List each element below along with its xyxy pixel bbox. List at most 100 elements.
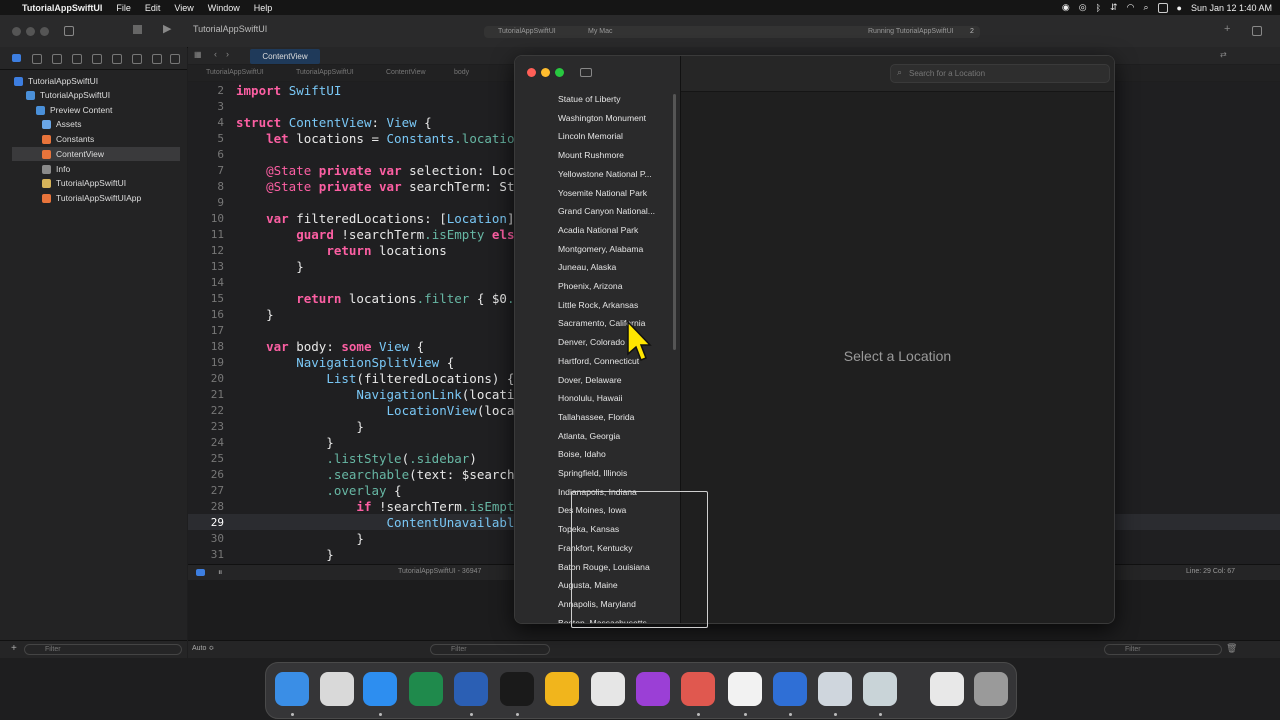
line-number[interactable]: 4 [188,116,224,129]
line-number[interactable]: 27 [188,484,224,497]
line-number[interactable]: 9 [188,196,224,209]
line-number[interactable]: 25 [188,452,224,465]
find-icon[interactable] [72,54,82,64]
line-number[interactable]: 11 [188,228,224,241]
record-icon[interactable]: ◉ [1062,2,1070,13]
code-line[interactable]: struct ContentView: View { [236,115,432,130]
code-line[interactable]: ContentUnavailabl [236,515,515,530]
code-line[interactable]: return locations [236,243,446,258]
line-number[interactable]: 18 [188,340,224,353]
code-line[interactable]: } [236,259,304,274]
menu-window[interactable]: Window [208,3,240,13]
window-zoom-button[interactable] [555,68,564,77]
trash-icon[interactable]: 🗑 [1226,643,1237,654]
code-line[interactable]: NavigationLink(locatio [236,387,522,402]
location-list-item[interactable]: Juneau, Alaska [558,262,616,272]
code-line[interactable]: } [236,307,274,322]
jumpbar-item[interactable]: TutorialAppSwiftUI [296,69,354,76]
status-badge[interactable]: 2 [970,28,974,35]
line-number[interactable]: 2 [188,84,224,97]
project-navigator-icon[interactable] [12,54,21,62]
code-line[interactable]: } [236,419,364,434]
safari-icon[interactable] [363,672,397,706]
tree-item-preview-content[interactable]: Preview Content [36,103,184,117]
wifi-icon[interactable]: ◠ [1127,2,1135,13]
breakpoints-icon[interactable] [152,54,162,64]
dest-app[interactable]: TutorialAppSwiftUI [498,28,556,35]
location-search-field[interactable]: ⌕ Search for a Location [890,64,1110,83]
line-number[interactable]: 14 [188,276,224,289]
chrome-icon[interactable] [591,672,625,706]
tree-item-assets[interactable]: Assets [42,117,184,131]
dest-device[interactable]: My Mac [588,28,613,35]
line-number[interactable]: 17 [188,324,224,337]
word-icon[interactable] [454,672,488,706]
quicktime-icon[interactable] [818,672,852,706]
window-minimize-button[interactable] [541,68,550,77]
location-list-item[interactable]: Lincoln Memorial [558,131,623,141]
line-number[interactable]: 19 [188,356,224,369]
code-line[interactable]: List(filteredLocations) { [236,371,514,386]
location-list-item[interactable]: Atlanta, Georgia [558,431,620,441]
location-list-item[interactable]: Mount Rushmore [558,150,624,160]
code-line[interactable]: .searchable(text: $searchT [236,467,522,482]
location-list-item[interactable]: Acadia National Park [558,225,638,235]
line-number[interactable]: 26 [188,468,224,481]
textedit-icon[interactable] [728,672,762,706]
tree-item-project[interactable]: TutorialAppSwiftUI [14,74,184,88]
line-number[interactable]: 13 [188,260,224,273]
line-number[interactable]: 8 [188,180,224,193]
location-list-item[interactable]: Little Rock, Arkansas [558,300,638,310]
line-number[interactable]: 29 [188,516,224,529]
navigator-filter-input[interactable]: Filter [24,644,182,655]
code-line[interactable]: var filteredLocations: [Location] [236,211,522,226]
forward-icon[interactable]: › [226,49,229,59]
line-number[interactable]: 15 [188,292,224,305]
location-list-item[interactable]: Phoenix, Arizona [558,281,623,291]
tests-icon[interactable] [112,54,122,64]
tree-item-contentview[interactable]: ContentView [12,147,180,161]
code-line[interactable]: .overlay { [236,483,401,498]
siri-icon[interactable]: ● [1177,3,1182,13]
line-number[interactable]: 20 [188,372,224,385]
bluetooth-icon[interactable]: ᛒ [1096,3,1101,13]
code-line[interactable]: @State private var searchTerm: Str [236,179,522,194]
code-line[interactable]: LocationView(locat [236,403,522,418]
location-list-item[interactable]: Statue of Liberty [558,94,621,104]
menu-edit[interactable]: Edit [145,3,161,13]
code-line[interactable]: import SwiftUI [236,83,341,98]
source-control-icon[interactable] [32,54,42,64]
search-icon[interactable]: ⌕ [1143,2,1148,13]
close-button[interactable] [12,27,21,36]
back-icon[interactable]: ‹ [214,49,217,59]
variables-filter-input[interactable]: Filter [430,644,550,655]
line-number[interactable]: 22 [188,404,224,417]
location-list-item[interactable]: Boise, Idaho [558,449,606,459]
location-list-item[interactable]: Yosemite National Park [558,188,647,198]
line-number[interactable]: 30 [188,532,224,545]
tree-item-entitlements[interactable]: TutorialAppSwiftUI [42,176,184,190]
zoom-button[interactable] [40,27,49,36]
jumpbar-item[interactable]: body [454,69,469,76]
location-list-item[interactable]: Dover, Delaware [558,375,622,385]
menu-help[interactable]: Help [254,3,273,13]
menu-app-name[interactable]: TutorialAppSwiftUI [22,3,102,13]
location-list-item[interactable]: Washington Monument [558,113,646,123]
xcode-icon[interactable] [773,672,807,706]
clock-label[interactable]: Sun Jan 12 1:40 AM [1191,3,1272,13]
trash-icon[interactable] [974,672,1008,706]
line-number[interactable]: 23 [188,420,224,433]
preview-icon[interactable] [863,672,897,706]
tunnel-icon[interactable] [545,672,579,706]
code-line[interactable]: var body: some View { [236,339,424,354]
menu-file[interactable]: File [116,3,131,13]
location-list-item[interactable]: Montgomery, Alabama [558,244,643,254]
location-list-item[interactable]: Honolulu, Hawaii [558,393,623,403]
line-number[interactable]: 6 [188,148,224,161]
menu-view[interactable]: View [174,3,193,13]
code-line[interactable]: @State private var selection: Loca [236,163,522,178]
jumpbar-item[interactable]: TutorialAppSwiftUI [206,69,264,76]
split-editor-icon[interactable]: ⇄ [1220,50,1227,59]
tree-item-group[interactable]: TutorialAppSwiftUI [26,88,184,102]
code-line[interactable]: guard !searchTerm.isEmpty else [236,227,522,242]
